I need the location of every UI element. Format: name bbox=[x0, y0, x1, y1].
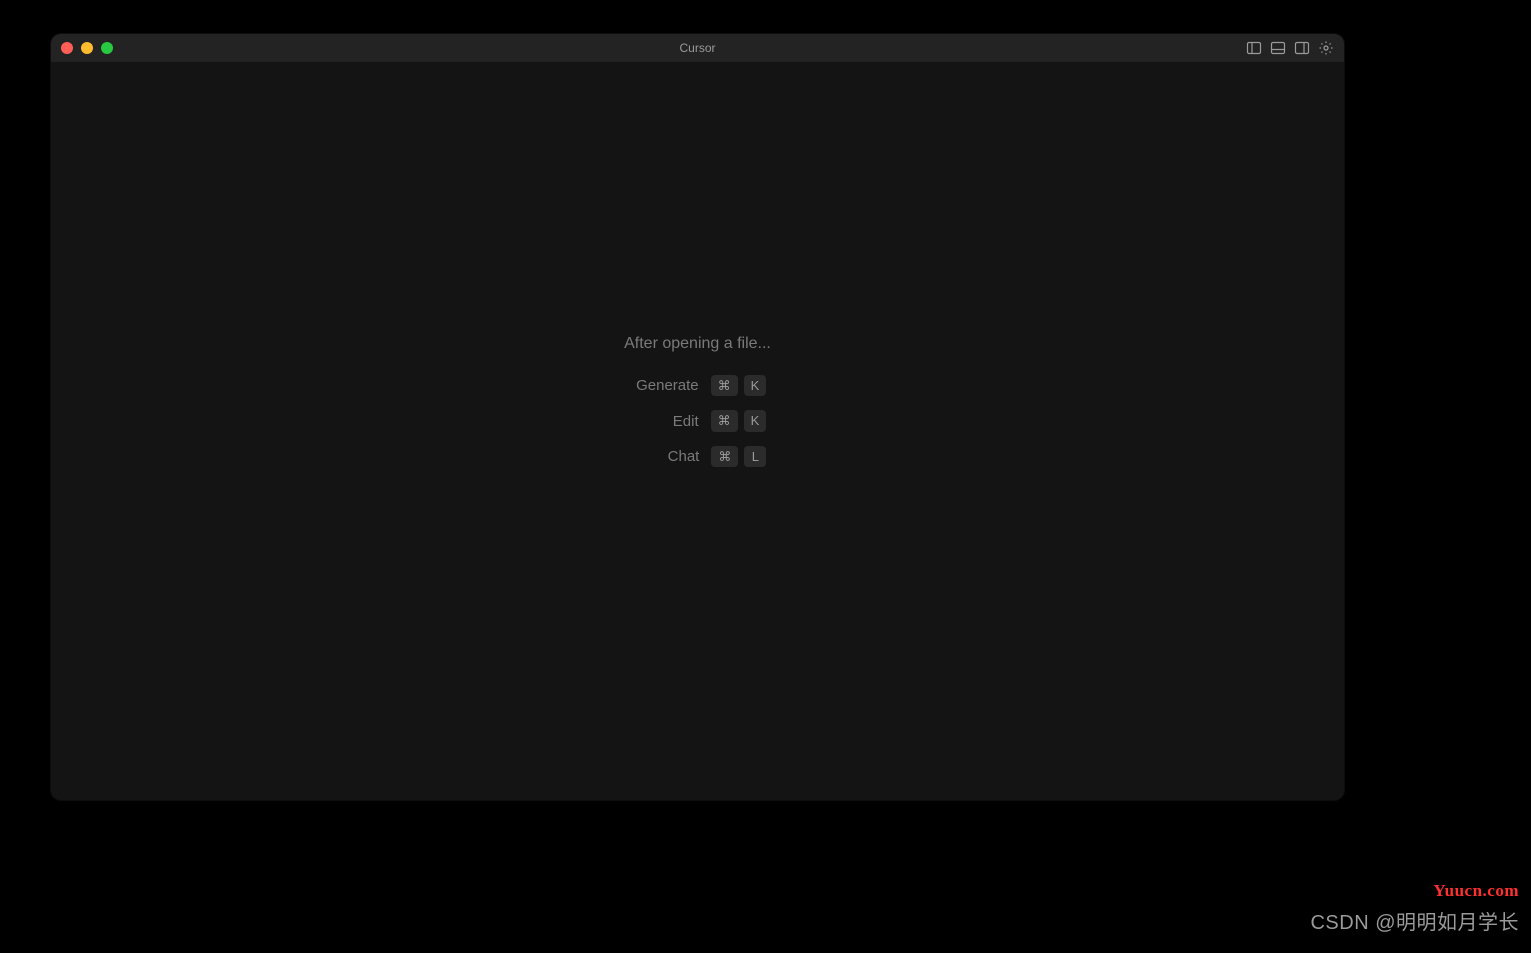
key-letter: L bbox=[744, 446, 766, 468]
toggle-left-panel-icon[interactable] bbox=[1246, 40, 1262, 56]
welcome-block: After opening a file... Generate ⌘ K Edi… bbox=[624, 335, 771, 468]
shortcut-row-generate: Generate ⌘ K bbox=[629, 375, 767, 397]
traffic-lights bbox=[61, 42, 113, 54]
shortcut-label: Chat bbox=[629, 448, 699, 465]
window-title: Cursor bbox=[679, 41, 715, 55]
shortcut-row-edit: Edit ⌘ K bbox=[629, 410, 767, 432]
key-letter: K bbox=[744, 410, 767, 432]
shortcut-label: Edit bbox=[629, 413, 699, 430]
minimize-button[interactable] bbox=[81, 42, 93, 54]
shortcut-keys: ⌘ K bbox=[711, 410, 767, 432]
welcome-heading: After opening a file... bbox=[624, 335, 771, 353]
key-modifier: ⌘ bbox=[711, 446, 738, 468]
toggle-bottom-panel-icon[interactable] bbox=[1270, 40, 1286, 56]
shortcut-keys: ⌘ K bbox=[711, 375, 767, 397]
shortcut-list: Generate ⌘ K Edit ⌘ K Chat bbox=[629, 375, 767, 468]
toggle-right-panel-icon[interactable] bbox=[1294, 40, 1310, 56]
titlebar: Cursor bbox=[51, 34, 1344, 62]
shortcut-keys: ⌘ L bbox=[711, 446, 766, 468]
key-letter: K bbox=[744, 375, 767, 397]
app-window: Cursor bbox=[51, 34, 1344, 800]
close-button[interactable] bbox=[61, 42, 73, 54]
key-modifier: ⌘ bbox=[711, 410, 738, 432]
watermark-site: Yuucn.com bbox=[1433, 881, 1519, 901]
titlebar-actions bbox=[1246, 40, 1334, 56]
shortcut-row-chat: Chat ⌘ L bbox=[629, 446, 767, 468]
key-modifier: ⌘ bbox=[711, 375, 738, 397]
watermark-author: CSDN @明明如月学长 bbox=[1310, 906, 1519, 935]
settings-gear-icon[interactable] bbox=[1318, 40, 1334, 56]
maximize-button[interactable] bbox=[101, 42, 113, 54]
shortcut-label: Generate bbox=[629, 377, 699, 394]
editor-empty-state: After opening a file... Generate ⌘ K Edi… bbox=[51, 62, 1344, 800]
